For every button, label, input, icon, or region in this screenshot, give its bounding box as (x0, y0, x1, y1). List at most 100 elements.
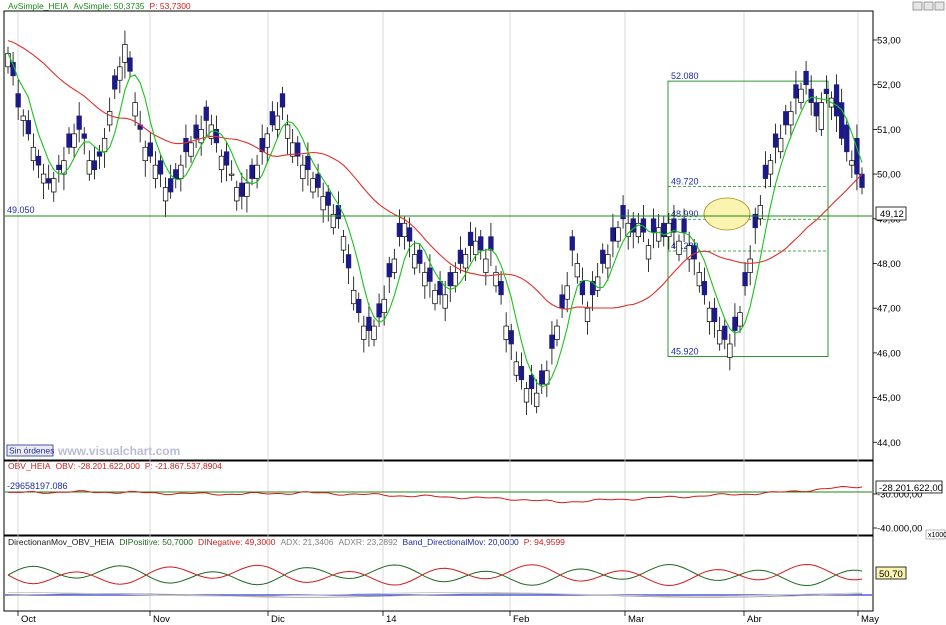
candle-bullish (188, 142, 194, 157)
y-tick-label: 51,00 (877, 125, 901, 136)
candle-bullish (747, 258, 753, 273)
header-field: Band_DirectionalMov: 20,0000 (403, 537, 520, 547)
candle-bullish (30, 146, 37, 162)
candle-bearish (305, 155, 311, 170)
candle-bearish (620, 205, 626, 220)
highlight-ellipse (703, 197, 751, 231)
candle-bearish (15, 93, 21, 108)
candle-bullish (198, 129, 204, 144)
candle-bearish (732, 316, 738, 331)
obv-current-label: -28.201.622,00 (879, 483, 943, 494)
candle-bullish (20, 115, 26, 121)
candle-bearish (808, 88, 814, 103)
candle-bearish (127, 57, 133, 72)
candle-bullish (381, 298, 387, 314)
candle-bullish (534, 392, 540, 407)
candle-bearish (386, 263, 392, 278)
candle-bullish (584, 307, 591, 322)
candle-bullish (615, 227, 621, 242)
candle-bullish (605, 254, 611, 269)
level-label: 49.720 (671, 177, 699, 187)
candle-bullish (117, 66, 123, 81)
candle-bearish (345, 254, 352, 269)
candle-bullish (523, 388, 530, 403)
candle-bullish (391, 258, 397, 273)
candle-bullish (152, 164, 159, 179)
candle-bearish (325, 191, 331, 206)
candle-bearish (35, 155, 42, 166)
candle-bearish (742, 272, 748, 287)
candle-bearish (823, 88, 830, 94)
candle-bearish (559, 294, 565, 309)
candle-bullish (625, 222, 631, 238)
candle-bearish (315, 173, 321, 188)
candle-bullish (666, 222, 672, 238)
candle-bearish (356, 298, 362, 314)
candle-bullish (442, 294, 448, 309)
candle-bullish (122, 44, 128, 63)
candle-bullish (244, 182, 250, 197)
close-icon[interactable] (934, 1, 945, 11)
candle-bearish (610, 227, 616, 242)
candle-bullish (676, 240, 682, 255)
y-tick-label: 53,00 (877, 36, 901, 47)
candle-bearish (528, 374, 535, 390)
candle-bearish (112, 75, 118, 90)
header-field: OBV: -28.201.622,000 (56, 461, 141, 471)
candle-bullish (422, 272, 428, 287)
header-field: P: 94,9599 (524, 537, 565, 547)
candle-bearish (417, 249, 423, 264)
candle-bearish (569, 236, 575, 251)
candle-bullish (234, 187, 240, 202)
candle-bearish (91, 160, 98, 170)
candle-bearish (457, 249, 464, 264)
candle-bearish (701, 281, 708, 296)
y-tick-label: 45,00 (877, 393, 901, 404)
obv-panel (3, 460, 874, 536)
x-tick-label: Abr (747, 614, 762, 625)
obv-hline-label: -29658197.086 (7, 481, 68, 491)
support-line-label: 49.050 (7, 205, 35, 215)
candle-bullish (300, 164, 306, 179)
header-field: DINegative: 49,3000 (198, 537, 276, 547)
candle-bullish (218, 155, 225, 170)
candle-bearish (249, 164, 255, 179)
candle-bullish (513, 361, 519, 376)
header-field: AvSimple: 50,3735 (73, 1, 144, 11)
candle-bearish (427, 267, 433, 282)
candle-bearish (518, 365, 525, 381)
window-controls (912, 1, 945, 11)
candle-bullish (71, 133, 77, 148)
candle-bullish (818, 102, 824, 130)
date-x-axis: Oct Nov Dic 14 Feb Mar Abr May (17, 611, 879, 625)
y-tick-label: 47,00 (877, 304, 901, 315)
candle-bearish (691, 245, 697, 260)
candle-bullish (452, 272, 458, 287)
maximize-icon[interactable] (923, 1, 934, 11)
header-field: DirectionanMov_OBV_HEIA (8, 537, 115, 547)
obv-panel-header: OBV_HEIA OBV: -28.201.622,000 P: -21.867.5… (8, 461, 222, 471)
candle-bullish (564, 285, 570, 300)
candle-bearish (711, 307, 718, 322)
candle-bearish (56, 164, 62, 170)
candle-bearish (783, 111, 789, 126)
candle-bullish (849, 160, 855, 166)
candle-bullish (462, 254, 469, 269)
candle-bullish (340, 236, 347, 251)
x-tick-label: Nov (153, 614, 170, 625)
obv-y-tick-label: -40.000,00 (877, 524, 922, 535)
candle-bearish (157, 160, 164, 175)
candle-bullish (132, 102, 138, 117)
candle-bearish (508, 330, 514, 345)
current-price-marker: 49,12 (875, 206, 907, 221)
candle-bearish (406, 227, 413, 242)
candle-bullish (473, 240, 479, 255)
price-panel-header: AvSimple_HEIA AvSimple: 50,3735 P: 53,7300 (8, 1, 191, 11)
obv-scale-tag: x1000 (925, 529, 946, 540)
candle-bearish (396, 222, 403, 238)
orders-button[interactable]: Sin órdenes (6, 444, 54, 457)
candle-bullish (284, 124, 291, 139)
candle-bearish (76, 115, 82, 130)
candle-bullish (717, 330, 723, 345)
minimize-icon[interactable] (912, 1, 923, 11)
